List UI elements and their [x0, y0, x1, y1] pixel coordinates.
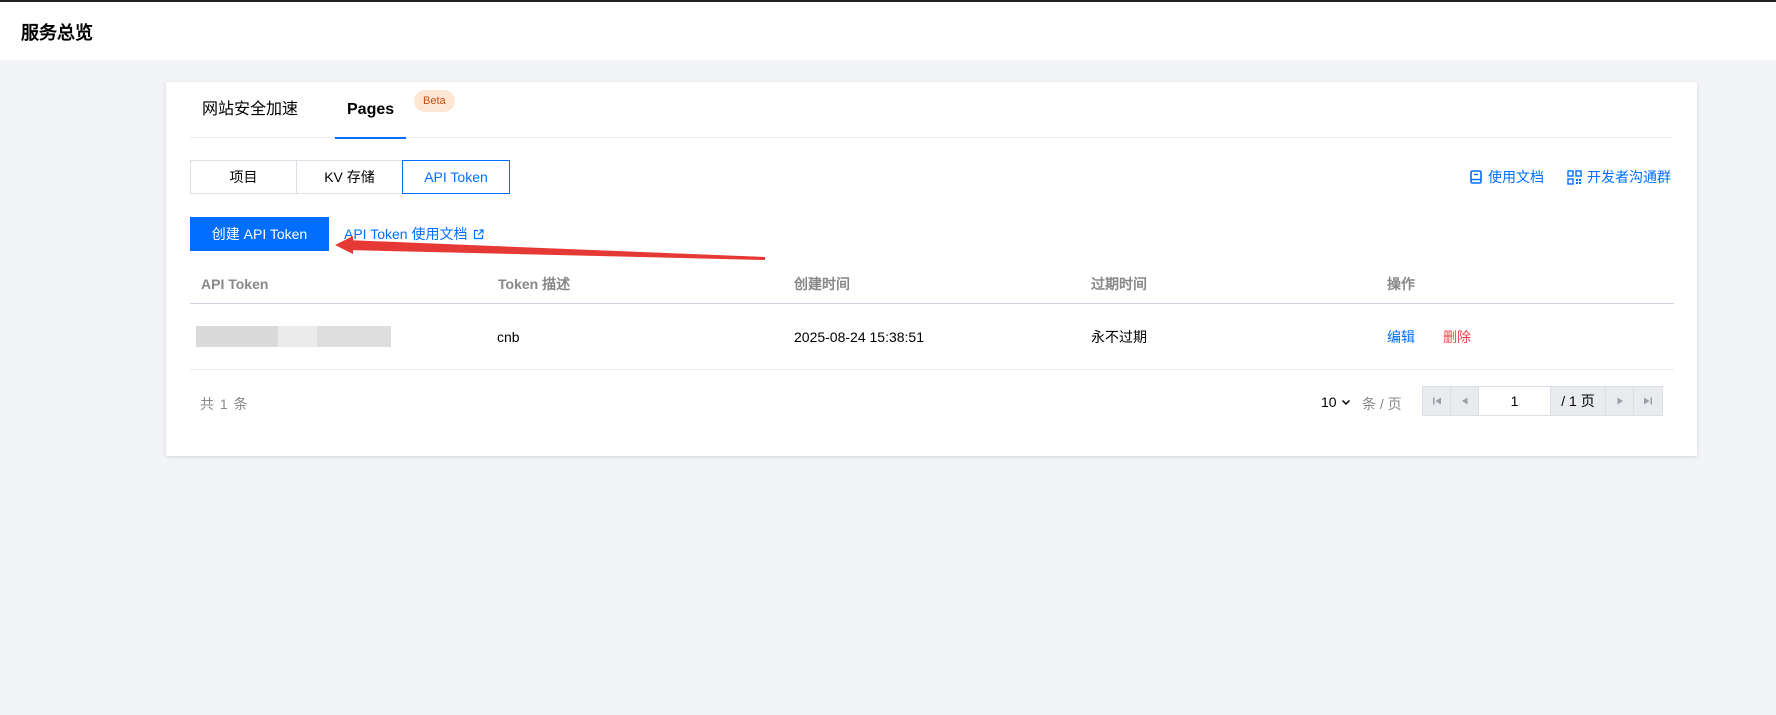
edit-button[interactable]: 编辑 [1387, 304, 1415, 370]
pagination: / 1 页 [1422, 386, 1663, 416]
api-token-docs-label: API Token 使用文档 [344, 226, 468, 242]
chevron-down-icon [1341, 397, 1351, 407]
col-expire-time: 过期时间 [1091, 276, 1147, 292]
external-link-icon [473, 228, 485, 240]
subtab-api-token[interactable]: API Token [402, 160, 510, 194]
first-page-icon [1432, 396, 1442, 406]
delete-button[interactable]: 删除 [1443, 304, 1471, 370]
subtab-kv-storage[interactable]: KV 存储 [296, 160, 403, 194]
page-number-input[interactable] [1479, 387, 1551, 415]
main-tabs: 网站安全加速 Pages Beta [190, 82, 1673, 139]
dev-group-link[interactable]: 开发者沟通群 [1567, 160, 1671, 194]
usage-docs-link[interactable]: 使用文档 [1469, 160, 1544, 194]
tab-pages[interactable]: Pages [335, 82, 407, 139]
tab-site-acceleration[interactable]: 网站安全加速 [190, 82, 310, 138]
col-created-time: 创建时间 [794, 276, 850, 292]
masked-token [196, 326, 391, 347]
next-page-icon [1615, 396, 1625, 406]
col-actions: 操作 [1387, 276, 1415, 292]
table-header: API Token Token 描述 创建时间 过期时间 操作 [190, 264, 1674, 304]
prev-page-icon [1460, 396, 1470, 406]
col-token-description: Token 描述 [498, 276, 571, 292]
prev-page-button[interactable] [1451, 387, 1479, 415]
page-title: 服务总览 [21, 23, 93, 43]
page-header: 服务总览 [0, 2, 1776, 60]
col-api-token: API Token [201, 276, 269, 292]
content-card: 网站安全加速 Pages Beta 项目 KV 存储 API Token 使用文… [166, 82, 1697, 456]
api-token-docs-link[interactable]: API Token 使用文档 [344, 217, 485, 251]
total-pages: / 1 页 [1551, 387, 1606, 415]
book-icon [1469, 170, 1483, 184]
next-page-button[interactable] [1606, 387, 1634, 415]
create-api-token-button[interactable]: 创建 API Token [190, 217, 329, 251]
qrcode-icon [1567, 169, 1582, 185]
token-created-time: 2025-08-24 15:38:51 [794, 329, 924, 345]
token-description: cnb [497, 329, 520, 345]
page-size-value: 10 [1321, 394, 1337, 410]
subtab-projects[interactable]: 项目 [190, 160, 297, 194]
total-count: 共 1 条 [200, 396, 249, 412]
beta-badge: Beta [414, 90, 455, 112]
per-page-label: 条 / 页 [1362, 396, 1402, 412]
first-page-button[interactable] [1423, 387, 1451, 415]
last-page-icon [1643, 396, 1653, 406]
dev-group-label: 开发者沟通群 [1587, 169, 1671, 185]
token-expire-time: 永不过期 [1091, 329, 1147, 345]
usage-docs-label: 使用文档 [1488, 169, 1544, 185]
last-page-button[interactable] [1634, 387, 1662, 415]
table-row: cnb 2025-08-24 15:38:51 永不过期 编辑 删除 [190, 304, 1674, 370]
page-size-select[interactable]: 10 [1321, 394, 1351, 410]
